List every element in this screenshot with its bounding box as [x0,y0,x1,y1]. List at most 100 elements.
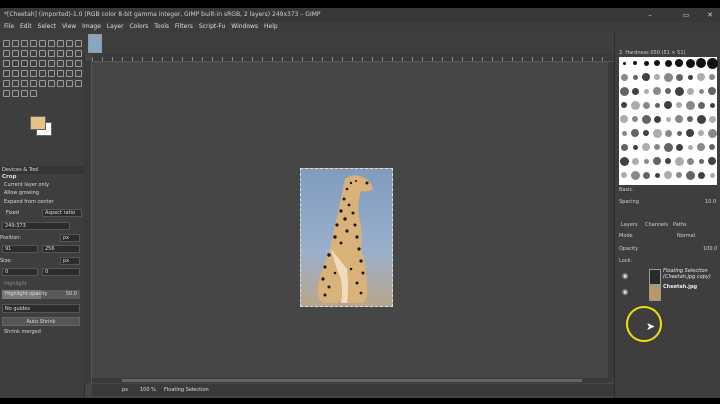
brush-preset[interactable] [643,60,649,66]
brush-preset[interactable] [643,88,649,94]
brush-preset[interactable] [675,115,683,123]
brush-preset[interactable] [665,116,671,122]
menu-help[interactable]: Help [264,23,278,30]
position-x-input[interactable]: 91 [2,245,38,253]
brush-preset[interactable] [676,102,682,108]
brush-preset[interactable] [664,59,672,67]
tool-icon[interactable] [75,50,82,57]
checkbox-shrink-merged[interactable]: Shrink merged [4,329,41,335]
brush-preset[interactable] [687,116,693,122]
tool-icon[interactable] [30,80,37,87]
guides-select[interactable]: No guides [2,304,80,313]
ratio-input[interactable]: 249:373 [2,222,70,230]
menu-script-fu[interactable]: Script-Fu [199,23,226,30]
tool-icon[interactable] [48,40,55,47]
brush-preset[interactable] [653,87,661,95]
tool-icon[interactable] [66,40,73,47]
brush-preset[interactable] [698,130,704,136]
highlight-opacity-slider[interactable]: Highlight opacity 50.0 [2,290,80,299]
canvas[interactable] [92,62,608,382]
brush-preset[interactable] [698,158,704,164]
menu-view[interactable]: View [62,23,76,30]
tool-icon[interactable] [3,40,10,47]
size-unit-select[interactable]: px [60,257,80,265]
tool-icon[interactable] [30,60,37,67]
brush-preset[interactable] [631,87,639,95]
eye-icon[interactable]: ◉ [622,272,628,280]
tool-icon[interactable] [48,60,55,67]
brush-preset[interactable] [654,74,660,80]
tool-icon[interactable] [39,40,46,47]
tool-icon[interactable] [21,70,28,77]
brush-preset[interactable] [674,156,684,166]
tool-icon[interactable] [57,80,64,87]
tool-icon[interactable] [48,80,55,87]
brush-preset[interactable] [686,157,694,165]
tool-icon[interactable] [48,50,55,57]
tool-icon[interactable] [75,40,82,47]
tool-icon[interactable] [12,50,19,57]
brush-preset[interactable] [653,157,661,165]
brush-preset[interactable] [619,156,629,166]
tool-icon[interactable] [21,90,28,97]
brush-preset[interactable] [642,143,650,151]
tool-icon[interactable] [66,50,73,57]
brush-preset[interactable] [708,87,716,95]
spacing-value[interactable]: 10.0 [705,199,716,205]
highlight-checkbox[interactable]: Highlight [4,281,27,287]
brush-preset[interactable] [632,116,638,122]
tool-icon[interactable] [66,80,73,87]
brush-preset[interactable] [653,115,661,123]
tool-icon[interactable] [75,60,82,67]
brush-preset[interactable] [708,157,716,165]
brush-preset[interactable] [633,61,637,65]
maximize-button[interactable]: ▭ [676,8,696,22]
brush-preset[interactable] [697,101,705,109]
menu-layer[interactable]: Layer [107,23,124,30]
brush-preset[interactable] [685,170,695,180]
brush-preset[interactable] [665,158,671,164]
brush-preset[interactable] [654,144,660,150]
tool-icon[interactable] [12,40,19,47]
tool-icon[interactable] [12,70,19,77]
tool-icon[interactable] [30,40,37,47]
brush-preset[interactable] [675,59,683,67]
brush-preset[interactable] [652,128,662,138]
tool-icon[interactable] [21,50,28,57]
vertical-ruler[interactable] [84,61,92,383]
tool-icon[interactable] [3,70,10,77]
tool-icon[interactable] [12,60,19,67]
size-w-input[interactable]: 0 [2,268,38,276]
tab-channels[interactable]: Channels [645,222,668,228]
tool-icon[interactable] [30,50,37,57]
tool-icon[interactable] [39,80,46,87]
brush-preset[interactable] [643,158,649,164]
brush-preset[interactable] [709,172,715,178]
layer-row[interactable]: ◉ Cheetah.jpg [617,284,717,301]
tab-paths[interactable]: Paths [673,222,687,228]
brush-preset[interactable] [697,171,705,179]
brush-preset[interactable] [709,144,715,150]
image-tab-cheetah[interactable] [88,34,102,53]
brush-preset[interactable] [676,172,682,178]
tool-icon[interactable] [21,60,28,67]
brush-preset[interactable] [621,130,627,136]
brush-preset[interactable] [654,172,660,178]
brush-grid[interactable] [619,57,718,185]
tool-icon[interactable] [75,70,82,77]
tab-layers[interactable]: Layers [621,222,638,228]
position-y-input[interactable]: 256 [42,245,80,253]
horizontal-scrollbar[interactable] [92,378,608,383]
layer-row[interactable]: ◉ Floating Selection (Cheetah.jpg copy) [617,268,717,285]
tool-icon[interactable] [21,80,28,87]
opacity-value[interactable]: 100.0 [703,246,717,252]
brush-preset[interactable] [632,144,638,150]
tool-icon[interactable] [66,60,73,67]
brush-preset[interactable] [665,88,671,94]
position-unit-select[interactable]: px [60,234,80,242]
tool-icon[interactable] [30,90,37,97]
tool-icon[interactable] [75,80,82,87]
checkbox-current-layer-only[interactable]: Current layer only [4,182,49,188]
brush-preset[interactable] [697,73,705,81]
brush-preset[interactable] [696,114,706,124]
